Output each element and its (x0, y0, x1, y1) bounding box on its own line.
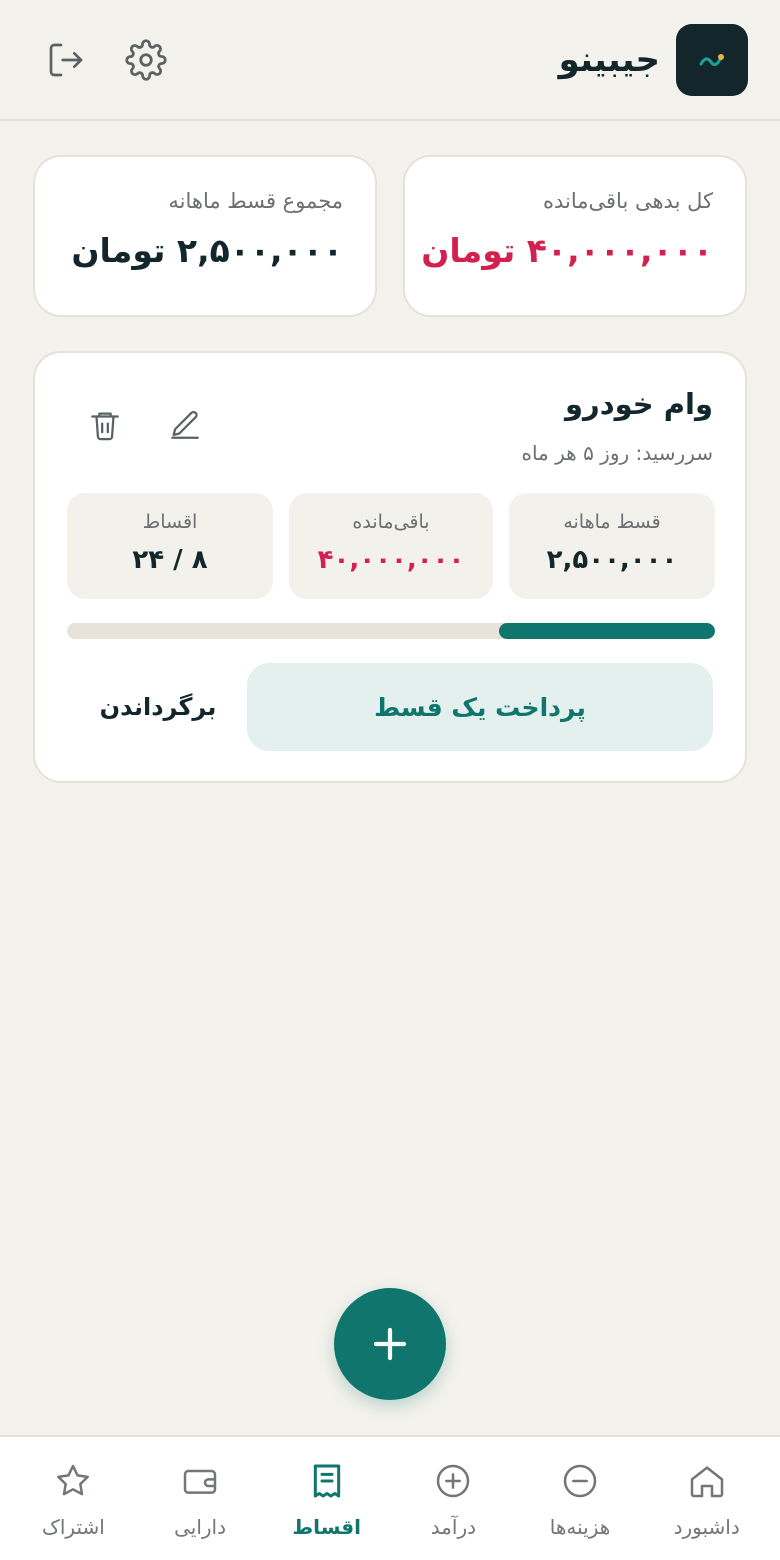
total-debt-label: کل بدهی باقی‌مانده (543, 189, 713, 213)
nav-label: دارایی (174, 1515, 227, 1539)
delete-icon[interactable] (83, 403, 127, 447)
nav-item-expenses[interactable]: هزینه‌ها (520, 1459, 640, 1539)
total-debt-value: ۴۰,۰۰۰,۰۰۰ تومان (421, 231, 713, 270)
monthly-total-card: مجموع قسط ماهانه ۲,۵۰۰,۰۰۰ تومان (33, 155, 377, 317)
stat-value: ۴۰,۰۰۰,۰۰۰ (317, 545, 465, 575)
logout-icon[interactable] (44, 38, 88, 82)
stat-label: قسط ماهانه (563, 511, 661, 533)
nav-label: اشتراک (41, 1515, 105, 1539)
loan-actions (83, 403, 207, 447)
plus-icon (373, 1327, 407, 1361)
app-header: جیبینو (0, 0, 780, 121)
home-icon (685, 1459, 729, 1503)
undo-payment-button[interactable]: برگرداندن (83, 663, 233, 751)
monthly-total-value: ۲,۵۰۰,۰۰۰ تومان (71, 231, 343, 270)
loan-card: وام خودرو سررسید: روز ۵ هر ماه قسط ماهان… (33, 351, 747, 783)
pay-installment-button[interactable]: پرداخت یک قسط (247, 663, 713, 751)
stat-value: ۲,۵۰۰,۰۰۰ (546, 545, 678, 575)
add-button[interactable] (334, 1288, 446, 1400)
nav-item-assets[interactable]: دارایی (140, 1459, 260, 1539)
nav-label: هزینه‌ها (549, 1515, 611, 1539)
app: جیبینو کل بدهی باقی‌مانده ۴۰,۰۰۰,۰۰۰ تو (0, 0, 780, 1560)
receipt-icon (305, 1459, 349, 1503)
stat-label: باقی‌مانده (352, 511, 430, 533)
app-name: جیبینو (558, 39, 660, 80)
total-debt-card: کل بدهی باقی‌مانده ۴۰,۰۰۰,۰۰۰ تومان (403, 155, 747, 317)
nav-item-dashboard[interactable]: داشبورد (647, 1459, 767, 1539)
nav-item-income[interactable]: درآمد (393, 1459, 513, 1539)
loan-due-date: سررسید: روز ۵ هر ماه (521, 441, 713, 465)
monthly-installment-stat: قسط ماهانه ۲,۵۰۰,۰۰۰ (509, 493, 715, 599)
header-actions (32, 38, 168, 82)
nav-label: اقساط (292, 1515, 361, 1539)
installments-stat: اقساط ۸ / ۲۴ (67, 493, 273, 599)
brand: جیبینو (558, 23, 748, 96)
logo-icon (676, 23, 748, 96)
loan-progress-fill (499, 623, 715, 639)
minus-circle-icon (558, 1459, 602, 1503)
wallet-icon (178, 1459, 222, 1503)
loan-stats: قسط ماهانه ۲,۵۰۰,۰۰۰ باقی‌مانده ۴۰,۰۰۰,۰… (67, 493, 715, 599)
settings-icon[interactable] (124, 38, 168, 82)
edit-icon[interactable] (163, 403, 207, 447)
star-icon (51, 1459, 95, 1503)
stat-label: اقساط (142, 511, 198, 533)
nav-label: داشبورد (673, 1515, 740, 1539)
stat-value: ۸ / ۲۴ (132, 545, 208, 575)
summary-cards: کل بدهی باقی‌مانده ۴۰,۰۰۰,۰۰۰ تومان مجمو… (33, 155, 747, 317)
monthly-total-label: مجموع قسط ماهانه (168, 189, 343, 213)
bottom-nav: داشبورد هزینه‌ها درآمد (0, 1435, 780, 1560)
nav-label: درآمد (430, 1515, 477, 1539)
nav-item-installments[interactable]: اقساط (267, 1459, 387, 1539)
loan-title: وام خودرو (564, 387, 713, 421)
plus-circle-icon (431, 1459, 475, 1503)
remaining-stat: باقی‌مانده ۴۰,۰۰۰,۰۰۰ (289, 493, 493, 599)
nav-item-subscription[interactable]: اشتراک (13, 1459, 133, 1539)
loan-progress-bar (67, 623, 715, 639)
